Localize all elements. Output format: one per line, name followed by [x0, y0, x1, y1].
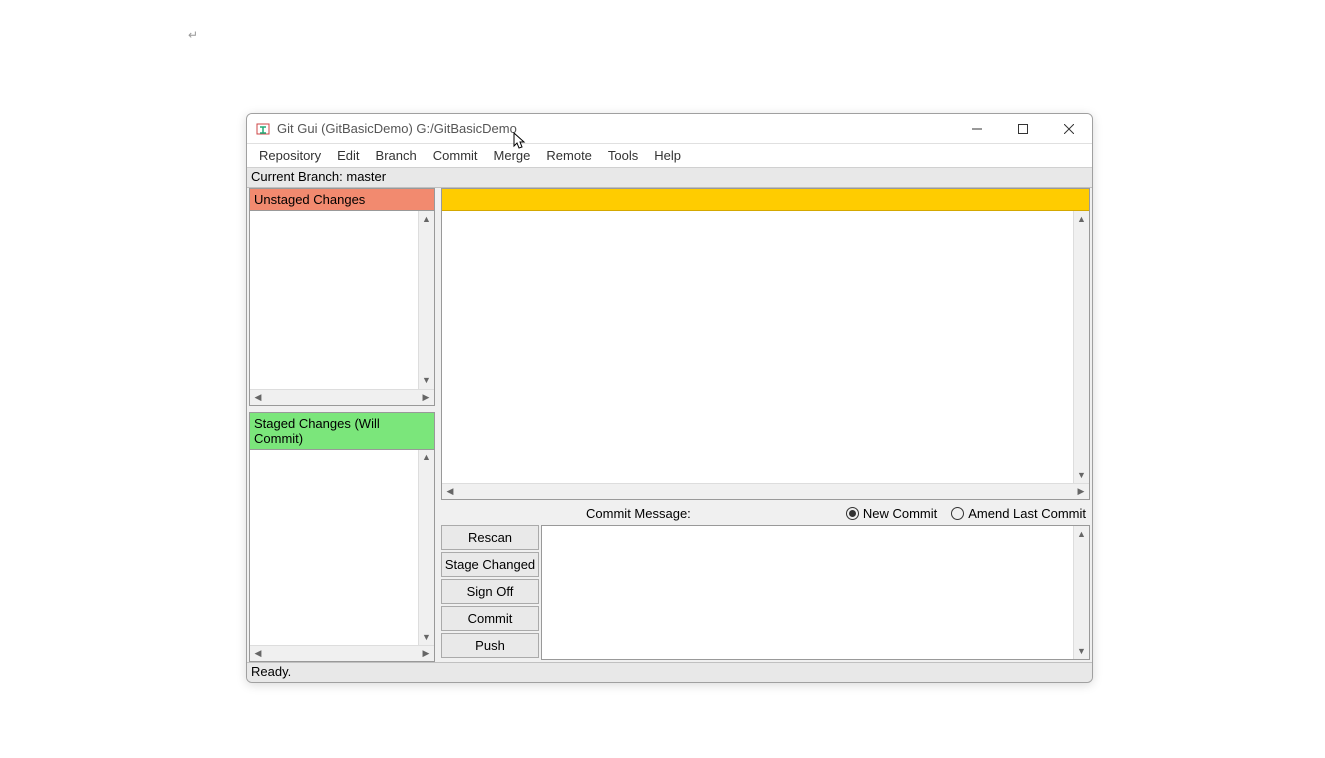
- scroll-up-icon: ▲: [1075, 527, 1089, 541]
- commit-message-input[interactable]: ▲ ▼: [541, 525, 1090, 660]
- radio-unchecked-icon: [951, 507, 964, 520]
- maximize-icon: [1018, 124, 1028, 134]
- scroll-down-icon: ▼: [420, 374, 434, 388]
- menu-branch[interactable]: Branch: [368, 146, 425, 165]
- scroll-up-icon: ▲: [420, 212, 434, 226]
- commit-body-row: Rescan Stage Changed Sign Off Commit Pus…: [441, 525, 1090, 660]
- scroll-left-icon: ◀: [443, 485, 457, 499]
- commit-section: Commit Message: New Commit Amend Last Co…: [441, 500, 1090, 660]
- menubar: Repository Edit Branch Commit Merge Remo…: [247, 144, 1092, 168]
- staged-pane: Staged Changes (Will Commit) ▲ ▼ ◀ ▶: [249, 412, 435, 662]
- scroll-up-icon: ▲: [1075, 212, 1089, 226]
- menu-edit[interactable]: Edit: [329, 146, 367, 165]
- menu-commit[interactable]: Commit: [425, 146, 486, 165]
- unstaged-list[interactable]: ▲ ▼: [250, 211, 434, 389]
- top-split: Unstaged Changes ▲ ▼ ◀ ▶ Staged Changes …: [247, 188, 1092, 662]
- commit-button-column: Rescan Stage Changed Sign Off Commit Pus…: [441, 525, 539, 660]
- git-gui-window: Git Gui (GitBasicDemo) G:/GitBasicDemo R…: [246, 113, 1093, 683]
- diff-hscroll[interactable]: ◀ ▶: [442, 483, 1089, 499]
- radio-amend-commit[interactable]: Amend Last Commit: [951, 506, 1086, 521]
- scroll-down-icon: ▼: [1075, 644, 1089, 658]
- window-title: Git Gui (GitBasicDemo) G:/GitBasicDemo: [277, 121, 517, 136]
- scroll-down-icon: ▼: [420, 630, 434, 644]
- scroll-right-icon: ▶: [419, 390, 433, 404]
- commit-msg-vscroll[interactable]: ▲ ▼: [1073, 526, 1089, 659]
- staged-vscroll[interactable]: ▲ ▼: [418, 450, 434, 645]
- menu-repository[interactable]: Repository: [251, 146, 329, 165]
- right-column: ▲ ▼ ◀ ▶ Commit Message: New Comm: [437, 188, 1092, 662]
- unstaged-vscroll[interactable]: ▲ ▼: [418, 211, 434, 389]
- push-button[interactable]: Push: [441, 633, 539, 658]
- radio-new-commit-label: New Commit: [863, 506, 937, 521]
- commit-message-label: Commit Message:: [445, 506, 832, 521]
- menu-remote[interactable]: Remote: [538, 146, 600, 165]
- status-bar: Ready.: [247, 662, 1092, 682]
- unstaged-pane: Unstaged Changes ▲ ▼ ◀ ▶: [249, 188, 435, 406]
- diff-vscroll[interactable]: ▲ ▼: [1073, 211, 1089, 483]
- maximize-button[interactable]: [1000, 114, 1046, 144]
- diff-body[interactable]: ▲ ▼: [442, 211, 1089, 483]
- git-gui-icon: [255, 121, 271, 137]
- staged-hscroll[interactable]: ◀ ▶: [250, 645, 434, 661]
- commit-button[interactable]: Commit: [441, 606, 539, 631]
- titlebar[interactable]: Git Gui (GitBasicDemo) G:/GitBasicDemo: [247, 114, 1092, 144]
- menu-merge[interactable]: Merge: [486, 146, 539, 165]
- radio-new-commit[interactable]: New Commit: [846, 506, 937, 521]
- diff-header: [442, 189, 1089, 211]
- current-branch-label: Current Branch: master: [251, 169, 386, 184]
- scroll-right-icon: ▶: [1074, 485, 1088, 499]
- scroll-left-icon: ◀: [251, 647, 265, 661]
- close-button[interactable]: [1046, 114, 1092, 144]
- commit-title-row: Commit Message: New Commit Amend Last Co…: [441, 506, 1090, 525]
- sign-off-button[interactable]: Sign Off: [441, 579, 539, 604]
- scroll-up-icon: ▲: [420, 451, 434, 465]
- menu-tools[interactable]: Tools: [600, 146, 646, 165]
- unstaged-header: Unstaged Changes: [250, 189, 434, 211]
- staged-header: Staged Changes (Will Commit): [250, 413, 434, 450]
- rescan-button[interactable]: Rescan: [441, 525, 539, 550]
- close-icon: [1064, 124, 1074, 134]
- main-area: Unstaged Changes ▲ ▼ ◀ ▶ Staged Changes …: [247, 188, 1092, 662]
- menu-help[interactable]: Help: [646, 146, 689, 165]
- scroll-down-icon: ▼: [1075, 468, 1089, 482]
- left-column: Unstaged Changes ▲ ▼ ◀ ▶ Staged Changes …: [247, 188, 437, 662]
- unstaged-hscroll[interactable]: ◀ ▶: [250, 389, 434, 405]
- current-branch-bar: Current Branch: master: [247, 168, 1092, 188]
- minimize-button[interactable]: [954, 114, 1000, 144]
- status-text: Ready.: [251, 664, 291, 679]
- radio-checked-icon: [846, 507, 859, 520]
- paragraph-mark: ↵: [188, 28, 198, 42]
- stage-changed-button[interactable]: Stage Changed: [441, 552, 539, 577]
- radio-amend-commit-label: Amend Last Commit: [968, 506, 1086, 521]
- scroll-right-icon: ▶: [419, 647, 433, 661]
- staged-list[interactable]: ▲ ▼: [250, 450, 434, 645]
- diff-pane: ▲ ▼ ◀ ▶: [441, 188, 1090, 500]
- minimize-icon: [972, 124, 982, 134]
- scroll-left-icon: ◀: [251, 390, 265, 404]
